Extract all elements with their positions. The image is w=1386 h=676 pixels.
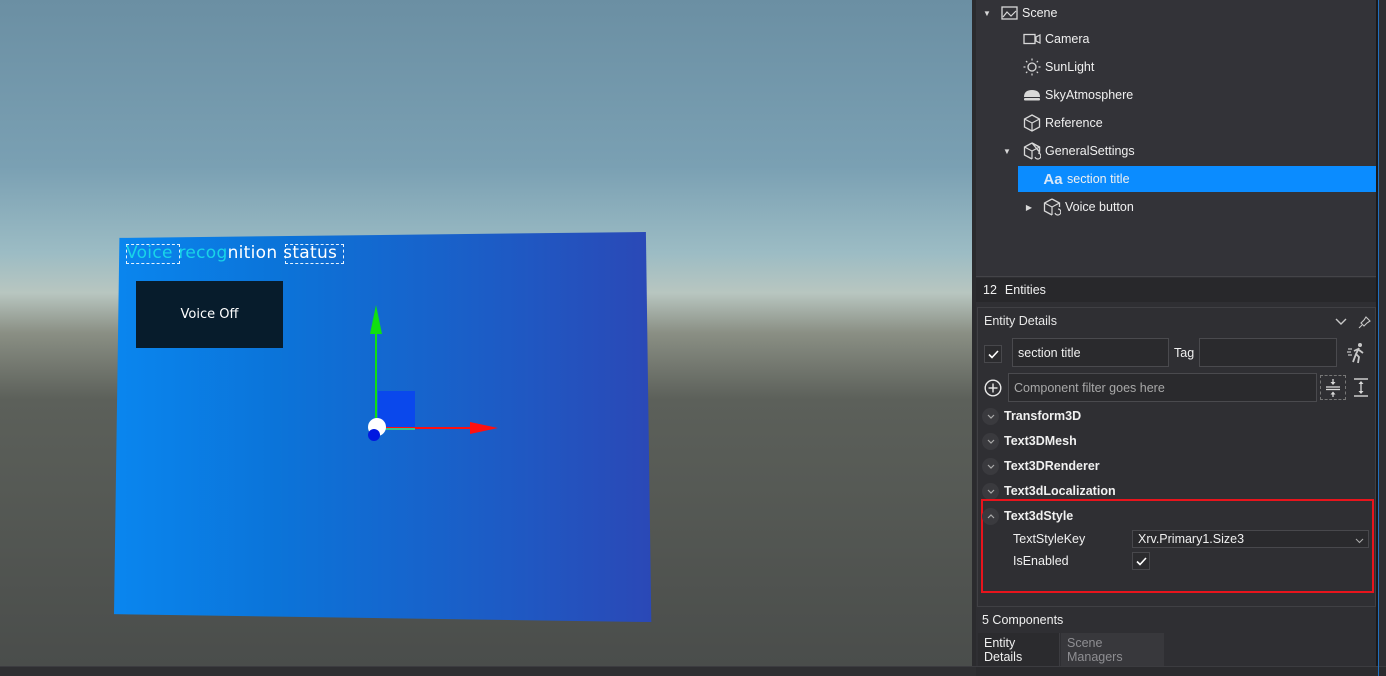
- entity-details-title: Entity Details: [984, 314, 1057, 328]
- cube-icon: [1022, 114, 1042, 132]
- gizmo-x-arrow-icon[interactable]: [470, 422, 498, 434]
- component-filter-placeholder: Component filter goes here: [1014, 380, 1165, 395]
- viewport-status-strip: [0, 666, 976, 676]
- tag-input[interactable]: [1199, 338, 1337, 367]
- tab-label: Entity Details: [984, 635, 1023, 664]
- panel-edge-accent: [1378, 0, 1379, 676]
- section-title-3d-text[interactable]: Voice recognition status: [126, 243, 337, 263]
- sky-dome-icon: [1022, 86, 1042, 104]
- tree-item-camera[interactable]: Camera: [1022, 26, 1089, 52]
- scene-viewport[interactable]: Voice recognition status Voice Off: [0, 0, 972, 666]
- tag-label: Tag: [1174, 346, 1195, 360]
- chevron-down-icon: [1355, 533, 1364, 547]
- tree-item-skyatmosphere[interactable]: SkyAtmosphere: [1022, 82, 1133, 108]
- component-name: Text3DMesh: [1004, 434, 1077, 448]
- gizmo-z-axis[interactable]: [368, 429, 380, 441]
- editor-window: Voice recognition status Voice Off ▼ Sce…: [0, 0, 1386, 676]
- entities-count: 12: [983, 283, 997, 297]
- text-aa-icon: Aa: [1043, 170, 1063, 188]
- gizmo-y-arrow-icon[interactable]: [370, 305, 382, 334]
- tree-item-label: GeneralSettings: [1045, 144, 1135, 158]
- expand-chevron-icon[interactable]: [982, 432, 999, 450]
- sun-icon: [1022, 58, 1042, 76]
- panel-bottom-strip: [976, 666, 1386, 676]
- component-text3dmesh[interactable]: Text3DMesh: [982, 430, 1077, 452]
- component-transform3d[interactable]: Transform3D: [982, 405, 1081, 427]
- tree-item-label: Voice button: [1065, 200, 1134, 214]
- entities-count-bar: 12 Entities: [976, 278, 1376, 302]
- tree-item-label: Reference: [1045, 116, 1103, 130]
- tab-entity-details[interactable]: Entity Details: [978, 633, 1060, 666]
- expand-caret-icon[interactable]: ▼: [1002, 147, 1012, 156]
- is-enabled-checkbox[interactable]: [1132, 552, 1150, 570]
- collapse-chevron-icon[interactable]: [982, 507, 999, 525]
- entity-name-input[interactable]: section title: [1012, 338, 1169, 367]
- add-component-icon[interactable]: [984, 379, 1002, 402]
- right-panel: ▼ Scene Camera SunLight SkyAtmosphere Re…: [976, 0, 1386, 676]
- expand-caret-icon[interactable]: ▼: [982, 9, 992, 18]
- expand-chevron-icon[interactable]: [982, 407, 999, 425]
- entity-name-value: section title: [1018, 345, 1081, 360]
- component-name: Text3dStyle: [1004, 509, 1074, 523]
- cube-prefab-icon: [1042, 198, 1062, 216]
- is-enabled-label: IsEnabled: [1013, 554, 1069, 568]
- tree-item-label: SkyAtmosphere: [1045, 88, 1134, 102]
- entity-enabled-checkbox[interactable]: [984, 345, 1002, 363]
- component-text3dstyle[interactable]: Text3dStyle: [982, 505, 1073, 527]
- expand-chevron-icon[interactable]: [982, 457, 999, 475]
- tab-scene-managers[interactable]: Scene Managers: [1061, 633, 1164, 666]
- expand-chevron-icon[interactable]: [982, 482, 999, 500]
- title-part: recog: [172, 243, 228, 263]
- component-name: Text3dLocalization: [1004, 484, 1116, 498]
- scene-image-icon: [999, 4, 1019, 22]
- components-count: 5 Components: [982, 613, 1064, 627]
- pin-icon[interactable]: [1356, 314, 1372, 330]
- text-style-key-label: TextStyleKey: [1013, 532, 1086, 546]
- entities-label: Entities: [1004, 283, 1046, 297]
- tree-item-label: Camera: [1045, 32, 1090, 46]
- component-filter-input[interactable]: Component filter goes here: [1008, 373, 1317, 402]
- transform-gizmo[interactable]: [360, 300, 510, 450]
- tree-item-voice-button[interactable]: ▶ Voice button: [1024, 194, 1134, 220]
- voice-off-button-3d[interactable]: Voice Off: [136, 281, 283, 348]
- tree-item-label: Scene: [1022, 6, 1058, 20]
- tree-item-scene[interactable]: ▼ Scene: [982, 0, 1057, 26]
- tab-label: Scene Managers: [1067, 635, 1123, 664]
- cube-prefab-icon: [1022, 142, 1042, 160]
- tree-item-label: SunLight: [1045, 60, 1095, 74]
- tree-item-label: section title: [1067, 172, 1130, 186]
- scene-tree: ▼ Scene Camera SunLight SkyAtmosphere Re…: [976, 0, 1376, 277]
- component-name: Transform3D: [1004, 409, 1082, 423]
- title-part: Voice: [126, 243, 173, 263]
- tree-item-section-title[interactable]: Aa section title: [1018, 166, 1376, 192]
- text-style-key-value: Xrv.Primary1.Size3: [1138, 532, 1245, 546]
- voice-button-label: Voice Off: [180, 307, 239, 322]
- expand-all-icon[interactable]: [1354, 378, 1368, 402]
- title-part: nition: [227, 243, 284, 263]
- expand-caret-icon[interactable]: ▶: [1024, 203, 1034, 212]
- entity-details-panel: Entity Details section title Tag Compone…: [977, 307, 1376, 607]
- text-style-key-dropdown[interactable]: Xrv.Primary1.Size3: [1132, 530, 1369, 548]
- component-name: Text3DRenderer: [1004, 459, 1100, 473]
- tree-item-generalsettings[interactable]: ▼ GeneralSettings: [1002, 138, 1135, 164]
- collapse-all-icon[interactable]: [1320, 375, 1346, 400]
- running-man-icon[interactable]: [1347, 342, 1367, 369]
- collapse-chevron-icon[interactable]: [1333, 314, 1349, 330]
- tree-item-reference[interactable]: Reference: [1022, 110, 1103, 136]
- component-text3drenderer[interactable]: Text3DRenderer: [982, 455, 1100, 477]
- title-part: status: [283, 243, 338, 263]
- tree-item-sunlight[interactable]: SunLight: [1022, 54, 1094, 80]
- camera-icon: [1022, 30, 1042, 48]
